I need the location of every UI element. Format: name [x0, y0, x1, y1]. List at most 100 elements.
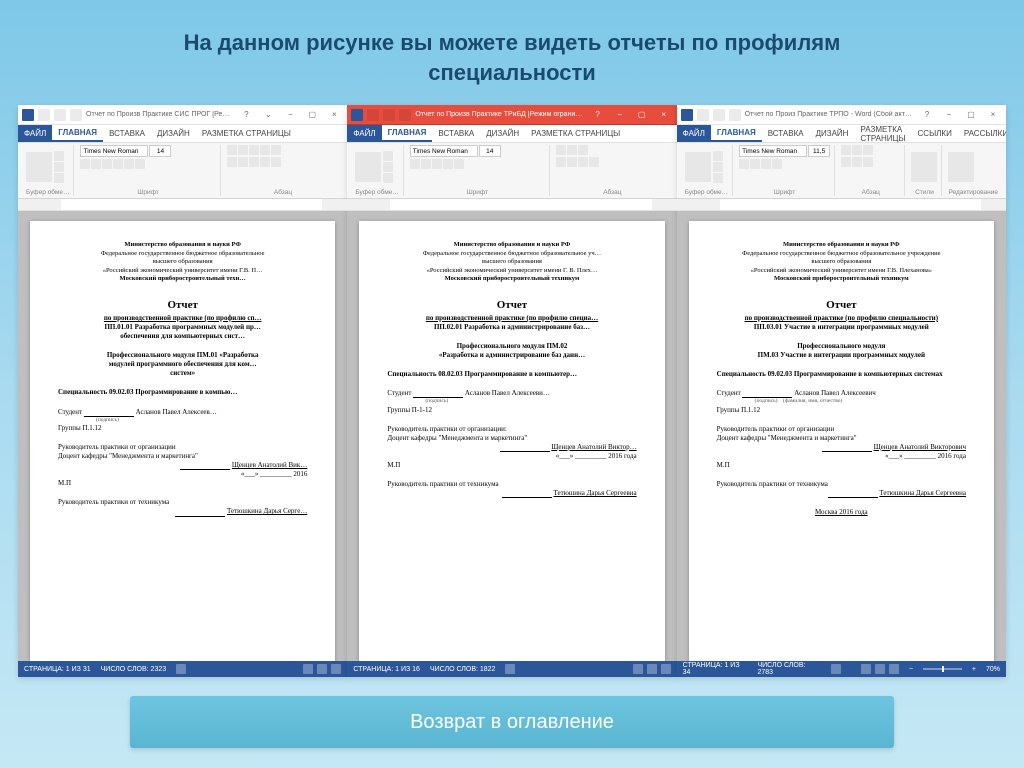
- align-left-icon[interactable]: [227, 157, 237, 167]
- font-color-icon[interactable]: [454, 159, 464, 169]
- cut-icon[interactable]: [713, 151, 723, 161]
- read-mode-icon[interactable]: [633, 664, 643, 674]
- read-mode-icon[interactable]: [861, 664, 871, 674]
- copy-icon[interactable]: [54, 162, 64, 172]
- editing-button[interactable]: [948, 152, 974, 182]
- justify-icon[interactable]: [863, 157, 873, 167]
- underline-icon[interactable]: [761, 159, 771, 169]
- tab-design[interactable]: ДИЗАЙН: [480, 125, 525, 142]
- close-icon[interactable]: ×: [984, 108, 1002, 122]
- bold-icon[interactable]: [80, 159, 90, 169]
- font-name-combo[interactable]: Times New Roman: [739, 145, 807, 157]
- zoom-level[interactable]: 70%: [986, 666, 1000, 673]
- italic-icon[interactable]: [750, 159, 760, 169]
- tab-layout[interactable]: РАЗМЕТКА СТРАНИЦЫ: [525, 125, 626, 142]
- tab-design[interactable]: ДИЗАЙН: [810, 125, 855, 142]
- format-painter-icon[interactable]: [383, 173, 393, 183]
- language-icon[interactable]: [176, 664, 186, 674]
- format-painter-icon[interactable]: [54, 173, 64, 183]
- print-layout-icon[interactable]: [647, 664, 657, 674]
- status-page[interactable]: СТРАНИЦА: 1 ИЗ 31: [24, 666, 91, 673]
- align-center-icon[interactable]: [238, 157, 248, 167]
- status-words[interactable]: ЧИСЛО СЛОВ: 2323: [101, 666, 167, 673]
- align-right-icon[interactable]: [249, 157, 259, 167]
- font-color-icon[interactable]: [772, 159, 782, 169]
- document-area[interactable]: Министерство образования и науки РФ Феде…: [677, 211, 1006, 661]
- qat-undo-icon[interactable]: [713, 109, 725, 121]
- qat-redo-icon[interactable]: [70, 109, 82, 121]
- tab-layout[interactable]: РАЗМЕТКА СТРАНИЦЫ: [854, 125, 911, 142]
- status-words[interactable]: ЧИСЛО СЛОВ: 1822: [430, 666, 496, 673]
- tab-home[interactable]: ГЛАВНАЯ: [382, 125, 433, 142]
- copy-icon[interactable]: [383, 162, 393, 172]
- numbering-icon[interactable]: [567, 145, 577, 155]
- document-area[interactable]: Министерство образования и науки РФ Феде…: [18, 211, 347, 661]
- align-center-icon[interactable]: [852, 157, 862, 167]
- indent-icon[interactable]: [863, 145, 873, 155]
- indent-inc-icon[interactable]: [271, 145, 281, 155]
- underline-icon[interactable]: [432, 159, 442, 169]
- maximize-icon[interactable]: ▢: [962, 108, 980, 122]
- language-icon[interactable]: [831, 664, 841, 674]
- indent-dec-icon[interactable]: [260, 145, 270, 155]
- qat-redo-icon[interactable]: [399, 109, 411, 121]
- italic-icon[interactable]: [421, 159, 431, 169]
- numbering-icon[interactable]: [852, 145, 862, 155]
- font-size-combo[interactable]: 14: [149, 145, 171, 157]
- bullets-icon[interactable]: [556, 145, 566, 155]
- minimize-icon[interactable]: −: [281, 108, 299, 122]
- align-left-icon[interactable]: [556, 157, 566, 167]
- tab-design[interactable]: ДИЗАЙН: [151, 125, 196, 142]
- font-size-combo[interactable]: 14: [479, 145, 501, 157]
- tab-layout[interactable]: РАЗМЕТКА СТРАНИЦЫ: [196, 125, 297, 142]
- tab-file[interactable]: ФАЙЛ: [677, 125, 711, 142]
- minimize-icon[interactable]: −: [940, 108, 958, 122]
- italic-icon[interactable]: [91, 159, 101, 169]
- language-icon[interactable]: [505, 664, 515, 674]
- status-page[interactable]: СТРАНИЦА: 1 ИЗ 34: [683, 662, 748, 676]
- status-page[interactable]: СТРАНИЦА: 1 ИЗ 16: [353, 666, 420, 673]
- bold-icon[interactable]: [410, 159, 420, 169]
- tab-file[interactable]: ФАЙЛ: [18, 125, 52, 142]
- help-icon[interactable]: ?: [237, 108, 255, 122]
- cut-icon[interactable]: [383, 151, 393, 161]
- underline-icon[interactable]: [102, 159, 112, 169]
- status-words[interactable]: ЧИСЛО СЛОВ: 2783: [757, 662, 821, 676]
- return-to-toc-button[interactable]: Возврат в оглавление: [130, 696, 894, 748]
- shading-icon[interactable]: [271, 157, 281, 167]
- font-name-combo[interactable]: Times New Roman: [80, 145, 148, 157]
- tab-mailings[interactable]: РАССЫЛКИ: [958, 125, 1006, 142]
- strike-icon[interactable]: [443, 159, 453, 169]
- qat-save-icon[interactable]: [38, 109, 50, 121]
- maximize-icon[interactable]: ▢: [633, 108, 651, 122]
- zoom-slider[interactable]: [923, 668, 962, 670]
- qat-save-icon[interactable]: [367, 109, 379, 121]
- tab-insert[interactable]: ВСТАВКА: [103, 125, 151, 142]
- close-icon[interactable]: ×: [325, 108, 343, 122]
- font-size-combo[interactable]: 11,5: [808, 145, 830, 157]
- format-painter-icon[interactable]: [713, 173, 723, 183]
- paste-button[interactable]: [26, 152, 52, 182]
- help-icon[interactable]: ?: [589, 108, 607, 122]
- web-layout-icon[interactable]: [331, 664, 341, 674]
- tab-home[interactable]: ГЛАВНАЯ: [52, 125, 103, 142]
- indent-icon[interactable]: [578, 145, 588, 155]
- qat-redo-icon[interactable]: [729, 109, 741, 121]
- align-center-icon[interactable]: [567, 157, 577, 167]
- qat-save-icon[interactable]: [697, 109, 709, 121]
- bullets-icon[interactable]: [227, 145, 237, 155]
- numbering-icon[interactable]: [238, 145, 248, 155]
- font-name-combo[interactable]: Times New Roman: [410, 145, 478, 157]
- ribbon-options-icon[interactable]: ⌄: [259, 108, 277, 122]
- minimize-icon[interactable]: −: [611, 108, 629, 122]
- close-icon[interactable]: ×: [655, 108, 673, 122]
- tab-home[interactable]: ГЛАВНАЯ: [711, 125, 762, 142]
- strike-icon[interactable]: [113, 159, 123, 169]
- read-mode-icon[interactable]: [303, 664, 313, 674]
- paste-button[interactable]: [685, 152, 711, 182]
- web-layout-icon[interactable]: [889, 664, 899, 674]
- justify-icon[interactable]: [589, 157, 599, 167]
- cut-icon[interactable]: [54, 151, 64, 161]
- justify-icon[interactable]: [260, 157, 270, 167]
- multilevel-icon[interactable]: [249, 145, 259, 155]
